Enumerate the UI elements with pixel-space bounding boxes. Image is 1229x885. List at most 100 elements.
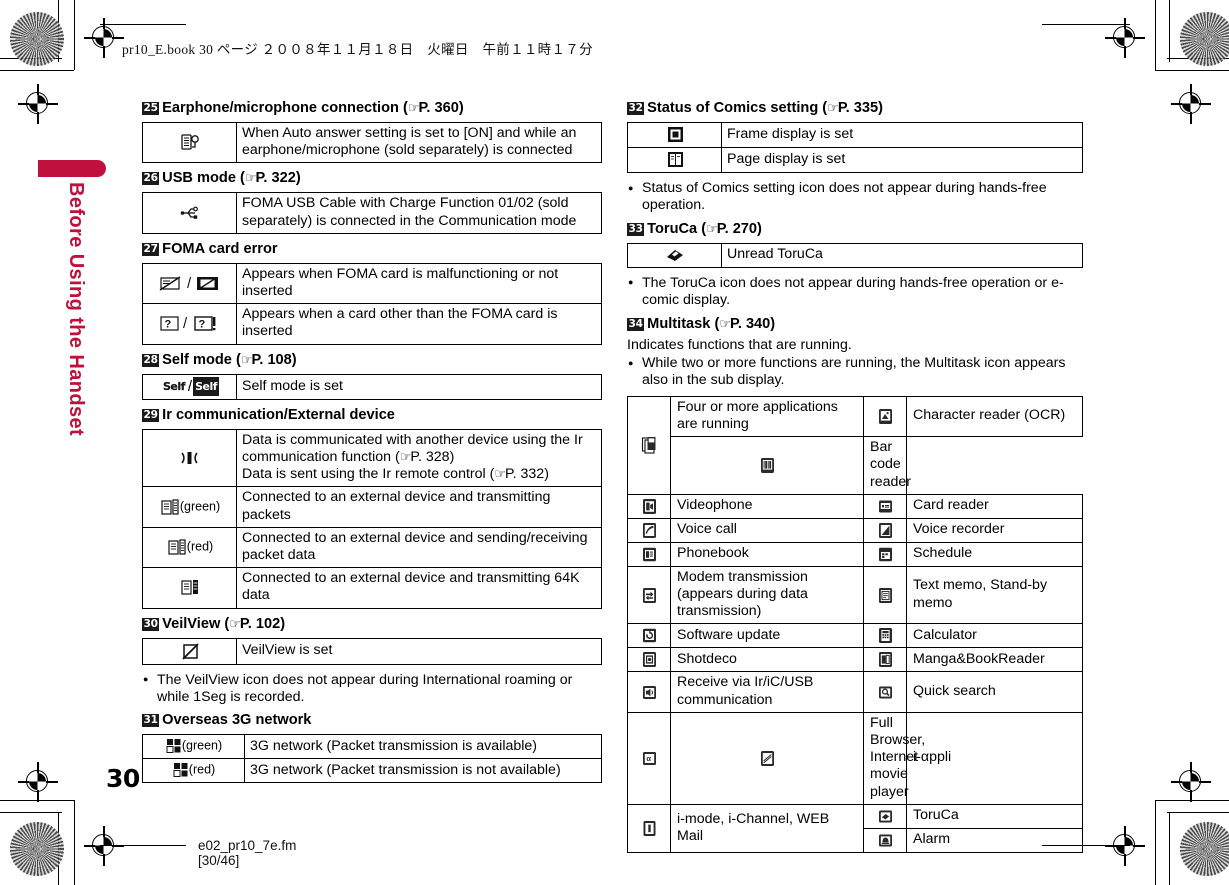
toruca-multitask-icon — [863, 803, 907, 829]
page-ref-icon: ☞ — [399, 450, 412, 466]
table-row: Videophone Card reader — [627, 493, 1083, 519]
crop-mark-top-right-v — [1169, 0, 1171, 62]
table-cell-label: Full Browser, Internet movie player — [863, 711, 925, 805]
table-row: Four or more applications are running Ch… — [627, 395, 1083, 495]
section-page-ref: P. 270 — [716, 220, 758, 237]
table-multitask: Four or more applications are running Ch… — [627, 395, 1083, 853]
print-starburst-top-left — [10, 12, 64, 66]
book-header-line: pr10_E.book 30 ページ ２００８年１１月１８日 火曜日 午前１１時… — [122, 42, 593, 57]
table-ir-external-device: Data is communicated with another device… — [142, 428, 602, 609]
crop-mark-top-right-v2 — [1155, 0, 1157, 70]
table-cell-description: Connected to an external device and tran… — [236, 486, 602, 528]
section-page-ref: P. 340 — [729, 315, 771, 332]
section-number: 26 — [142, 172, 160, 186]
3g-network-green-icon: (green) — [142, 734, 245, 760]
section-heading-ir-communication: 29 Ir communication/External device — [142, 407, 602, 424]
bar-code-reader-icon — [670, 436, 864, 495]
comics-setting-notes: Status of Comics setting icon does not a… — [627, 180, 1083, 215]
table-cell-label: Schedule — [906, 541, 1083, 567]
print-starburst-bottom-right — [1180, 822, 1229, 876]
table-self-mode: Self / Self Self mode is set — [142, 373, 602, 400]
3g-red-label: (red) — [188, 762, 216, 777]
section-title: Overseas 3G network — [162, 712, 312, 729]
table-cell-label: Four or more applications are running — [670, 395, 864, 438]
registration-mark-top-left-2 — [18, 84, 58, 124]
table-cell-label: Character reader (OCR) — [906, 395, 1083, 438]
schedule-icon — [863, 541, 907, 567]
manga-bookreader-icon — [863, 647, 907, 673]
alarm-icon — [863, 827, 907, 853]
table-cell-description: 3G network (Packet transmission is not a… — [244, 758, 602, 784]
table-row: (red) 3G network (Packet transmission is… — [142, 758, 602, 784]
table-cell-description: Page display is set — [721, 147, 1083, 173]
text-memo-icon — [863, 565, 907, 625]
table-cell-label: i-mode, i-Channel, WEB Mail — [670, 803, 864, 853]
section-heading-comics-setting: 32 Status of Comics setting (☞P. 335) — [627, 100, 884, 116]
foma-card-error-icon: / — [142, 262, 237, 305]
ir-line2-c: ) — [544, 466, 549, 483]
section-heading-earphone: 25 Earphone/microphone connection (☞P. 3… — [142, 100, 464, 116]
table-row: (green) 3G network (Packet transmission … — [142, 734, 602, 760]
table-cell-label: Voice call — [670, 517, 864, 543]
page-ref-icon: ☞ — [229, 616, 241, 632]
frame-display-icon — [627, 122, 722, 148]
section-title: Earphone/microphone connection — [162, 100, 399, 116]
table-cell-description: Connected to an external device and tran… — [236, 567, 602, 609]
svg-text:?: ? — [199, 319, 206, 331]
external-device-green-icon: (green) — [142, 486, 237, 528]
section-heading-veilview: 30 VeilView (☞P. 102) — [142, 615, 286, 632]
table-comics-setting: Frame display is set Page display is set — [627, 122, 1083, 173]
section-heading-toruca: 33 ToruCa (☞P. 270) — [627, 220, 762, 237]
self-mode-label-outline: Self — [162, 379, 186, 393]
veilview-icon — [142, 637, 237, 665]
crop-mark-bottom-right-v2 — [1155, 800, 1157, 885]
page-ref-icon: ☞ — [719, 316, 731, 332]
svg-text:/: / — [187, 275, 192, 292]
table-cell-label: Software update — [670, 623, 864, 649]
videophone-icon — [627, 493, 671, 519]
section-heading-foma-card-error: 27 FOMA card error — [142, 241, 602, 258]
section-title: Status of Comics setting — [647, 100, 819, 116]
section-page-ref: P. 108 — [251, 351, 292, 368]
earphone-microphone-icon — [142, 121, 237, 164]
ir-line2-ref: P. 332 — [505, 466, 545, 483]
table-toruca: Unread ToruCa — [627, 242, 1083, 268]
table-row: Bar code reader — [628, 436, 1083, 495]
table-earphone: When Auto answer setting is set to [ON] … — [142, 121, 602, 164]
software-update-icon — [627, 623, 671, 649]
ir-line2-a: Data is sent using the Ir remote control… — [242, 466, 495, 483]
self-mode-icon: Self / Self — [142, 373, 237, 400]
table-row: When Auto answer setting is set to [ON] … — [142, 121, 602, 164]
footer-filename: e02_pr10_7e.fm — [198, 838, 297, 853]
section-title: Self mode — [162, 351, 232, 368]
table-row: ? / ? Appears when a card other than the… — [142, 303, 602, 345]
foreign-card-icon: ? / ? — [142, 303, 237, 345]
3g-network-red-icon: (red) — [142, 758, 245, 784]
table-overseas-3g: (green) 3G network (Packet transmission … — [142, 734, 602, 784]
table-cell-description: Self mode is set — [236, 373, 602, 400]
3g-green-label: (green) — [181, 738, 223, 753]
table-row: Unread ToruCa — [627, 242, 1083, 268]
table-foma-card-error: / Appears when FOMA card is malfunctioni… — [142, 262, 602, 345]
toruca-notes: The ToruCa icon does not appear during h… — [627, 274, 1083, 310]
chapter-title: Before Using the Handset — [65, 182, 87, 437]
footer-block: e02_pr10_7e.fm [30/46] — [198, 838, 296, 868]
table-row: Frame display is set — [627, 122, 1083, 148]
four-or-more-apps-icon — [627, 395, 671, 495]
table-cell-label: Quick search — [906, 671, 1083, 713]
table-cell-description: 3G network (Packet transmission is avail… — [244, 734, 602, 760]
external-device-64k-icon — [142, 567, 237, 609]
section-title: Multitask — [647, 315, 711, 332]
left-column: 25 Earphone/microphone connection (☞P. 3… — [142, 100, 602, 790]
shotdeco-icon — [627, 647, 671, 673]
multitask-intro: Indicates functions that are running. — [627, 336, 852, 353]
table-row: FOMA USB Cable with Charge Function 01/0… — [142, 192, 602, 234]
table-cell-label: Videophone — [670, 493, 864, 519]
page-display-icon — [627, 147, 722, 173]
crop-mark-top-left-h2 — [0, 70, 74, 72]
usb-icon — [142, 192, 237, 234]
ir-line1-ref: P. 328 — [410, 449, 450, 466]
table-row: (green) Connected to an external device … — [142, 486, 602, 528]
phonebook-icon — [627, 541, 671, 567]
table-cell-label: Voice recorder — [906, 517, 1083, 543]
